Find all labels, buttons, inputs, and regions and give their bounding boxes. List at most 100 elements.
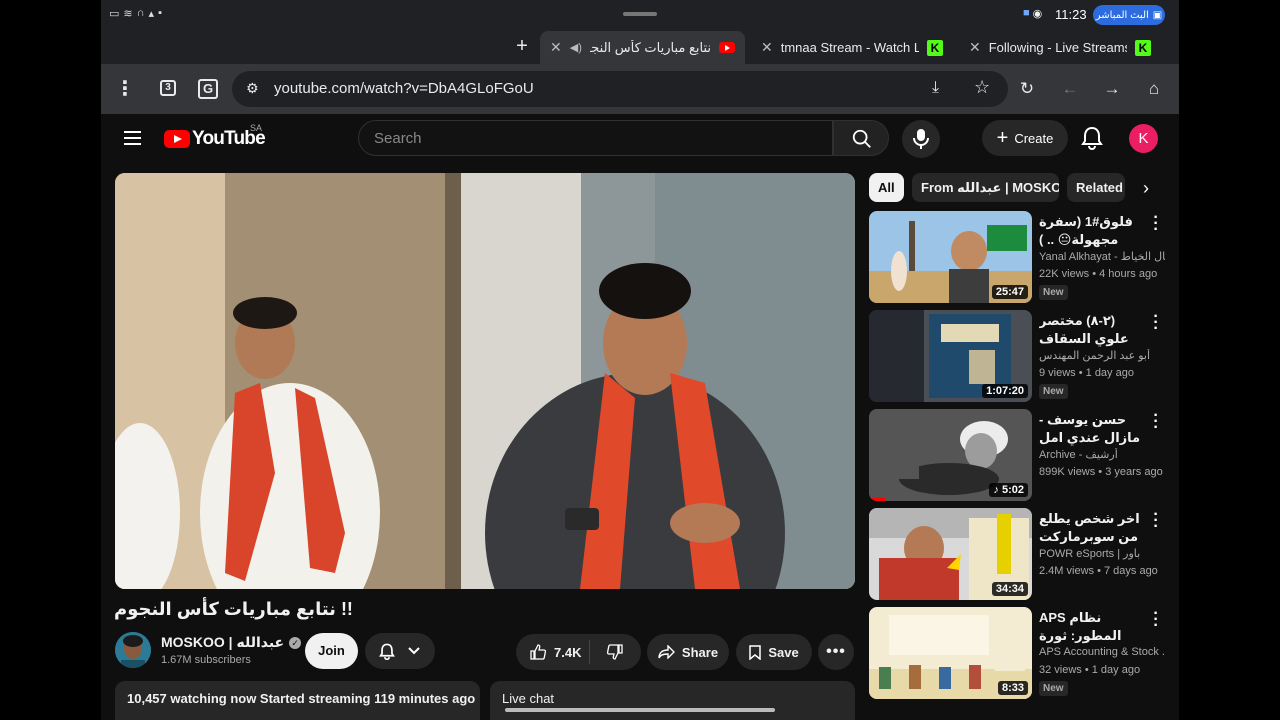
live-info-panel[interactable]: 10,457 watching now Started streaming 11… [115, 681, 480, 720]
new-badge: New [1039, 681, 1068, 696]
video-meta: 899K views • 3 years ago [1039, 466, 1163, 478]
video-thumbnail[interactable]: 25:47 [869, 211, 1032, 303]
recommendation-item[interactable]: 34:34 اخر شخص يطلع من سوبرماركت يفوز ب .… [869, 507, 1165, 600]
tab-tmnaa-stream[interactable]: ✕ tmnaa Stream - Watch Live K [751, 31, 953, 64]
video-title[interactable]: حسن يوسف - مازال عندي امل [1039, 411, 1145, 447]
more-vert-icon[interactable]: · · · [1150, 606, 1162, 634]
notification-icon: ▪ [158, 7, 162, 19]
channel-name[interactable]: MOSKOO | عبدالله ✓ [161, 634, 302, 651]
multitask-handle[interactable] [623, 12, 657, 16]
hamburger-menu-icon[interactable] [124, 131, 141, 145]
more-vert-icon[interactable]: · · · [1150, 309, 1162, 337]
share-icon [658, 645, 675, 659]
channel-name-text: MOSKOO | عبدالله [161, 634, 285, 650]
close-tab-icon[interactable]: ✕ [550, 39, 562, 56]
tab-title: Following - Live Streams on [988, 40, 1127, 55]
video-title[interactable]: اخر شخص يطلع من سوبرماركت يفوز ب ... [1039, 510, 1145, 546]
chip-related[interactable]: Related [1067, 173, 1125, 202]
dislike-button[interactable] [590, 644, 640, 660]
live-chat-panel[interactable]: Live chat [490, 681, 855, 720]
close-tab-icon[interactable]: ✕ [969, 39, 981, 56]
home-icon[interactable]: ⌂ [1142, 77, 1166, 101]
video-meta: 2.4M views • 7 days ago [1039, 565, 1158, 577]
video-thumbnail[interactable]: 1:07:20 [869, 310, 1032, 402]
voice-search-button[interactable] [902, 120, 940, 158]
app-notification-icon: ■ [1023, 7, 1030, 19]
video-title[interactable]: نظام APS المطور: ثورة الذكاء ... [1039, 609, 1145, 645]
install-app-icon[interactable]: ⤓ [932, 79, 939, 97]
video-duration: 25:47 [991, 285, 1028, 299]
channel-avatar[interactable] [115, 632, 151, 668]
join-button[interactable]: Join [305, 633, 358, 669]
share-button[interactable]: Share [647, 634, 729, 670]
chevron-right-icon[interactable]: › [1135, 176, 1157, 200]
menu-dots-icon[interactable]: ⋮ [113, 77, 137, 101]
recommendation-item[interactable]: ♪ 5:02 حسن يوسف - مازال عندي امل Archive… [869, 408, 1165, 501]
live-pill[interactable]: البث المباشر ▣ [1093, 5, 1165, 25]
video-thumbnail[interactable]: 8:33 [869, 607, 1032, 699]
status-icons-right: ■ ◉ [1023, 7, 1042, 20]
site-settings-icon[interactable]: ⚙ [246, 80, 259, 97]
search-button[interactable] [833, 120, 889, 156]
video-duration: 34:34 [991, 582, 1028, 596]
reload-icon[interactable]: ↻ [1015, 77, 1039, 101]
recommendation-item[interactable]: 8:33 نظام APS المطور: ثورة الذكاء ... AP… [869, 606, 1165, 699]
speaker-icon[interactable]: ◀) [570, 41, 582, 54]
bookmark-star-icon[interactable]: ☆ [974, 77, 990, 98]
more-vert-icon[interactable]: · · · [1150, 210, 1162, 238]
create-button[interactable]: + Create [982, 120, 1068, 156]
recommendation-item[interactable]: 25:47 فلوق#1 (سفرة مجهولة😐 .. ) Yanal Al… [869, 210, 1165, 303]
subscription-notifications-button[interactable] [365, 633, 435, 669]
channel-name[interactable]: أبو عبد الرحمن المهندس [1039, 349, 1165, 362]
close-tab-icon[interactable]: ✕ [761, 39, 773, 56]
back-arrow-icon[interactable]: ← [1058, 77, 1082, 101]
chip-all[interactable]: All [869, 173, 904, 202]
thumbs-up-icon [530, 644, 546, 660]
channel-name[interactable]: POWR eSports | باور [1039, 547, 1165, 560]
video-title[interactable]: فلوق#1 (سفرة مجهولة😐 .. ) [1039, 213, 1145, 249]
gesture-home-bar[interactable] [505, 708, 775, 712]
address-bar[interactable]: ⚙ youtube.com/watch?v=DbA4GLoFGoU ⤓ ☆ [232, 71, 1008, 107]
app-notification-icon: ◉ [1032, 8, 1043, 20]
search-icon [852, 129, 871, 148]
browser-window: ▭ ≋ ∩ ▴ ▪ ■ ◉ 11:23 البث المباشر ▣ + ✕ ◀… [101, 0, 1179, 720]
url-text[interactable]: youtube.com/watch?v=DbA4GLoFGoU [274, 80, 534, 97]
translate-icon[interactable]: G [198, 79, 218, 99]
tab-switcher-button[interactable]: 3 [160, 80, 176, 96]
video-player[interactable] [115, 173, 855, 589]
more-vert-icon[interactable]: · · · [1150, 507, 1162, 535]
verified-check-icon: ✓ [289, 636, 302, 649]
video-thumbnail[interactable]: 34:34 [869, 508, 1032, 600]
video-meta: 9 views • 1 day ago [1039, 367, 1134, 379]
video-meta: 22K views • 4 hours ago [1039, 268, 1158, 280]
video-duration: ♪ 5:02 [989, 483, 1028, 497]
notifications-button[interactable] [1081, 126, 1103, 150]
video-thumbnail[interactable]: ♪ 5:02 [869, 409, 1032, 501]
plus-icon: + [996, 127, 1009, 149]
channel-name[interactable]: Archive - أرشيف [1039, 448, 1165, 461]
chip-from-channel[interactable]: From عبدالله | MOSKOO [912, 173, 1059, 202]
account-avatar[interactable]: K [1129, 124, 1158, 153]
like-dislike-group: 7.4K [516, 634, 641, 670]
channel-name[interactable]: Yanal Alkhayat - ينال الخياط [1039, 250, 1165, 263]
like-button[interactable]: 7.4K [516, 640, 590, 664]
save-button[interactable]: Save [736, 634, 812, 670]
video-frame [115, 173, 855, 589]
tab-following[interactable]: ✕ Following - Live Streams on K [959, 31, 1161, 64]
more-vert-icon[interactable]: · · · [1150, 408, 1162, 436]
video-duration-text: 5:02 [1001, 484, 1024, 496]
recommendation-item[interactable]: 1:07:20 (٢-٨) مختصر علوي السقاف لكتاب ..… [869, 309, 1165, 402]
clock: 11:23 [1055, 7, 1087, 22]
video-title[interactable]: (٢-٨) مختصر علوي السقاف لكتاب ... [1039, 312, 1145, 348]
forward-arrow-icon[interactable]: → [1100, 77, 1124, 101]
music-note-icon: ♪ [993, 484, 1002, 496]
new-tab-button[interactable]: + [509, 34, 535, 60]
kick-favicon-icon: K [927, 39, 943, 56]
system-status-bar: ▭ ≋ ∩ ▴ ▪ ■ ◉ 11:23 البث المباشر ▣ [101, 0, 1179, 30]
tab-youtube[interactable]: ✕ ◀) نتابع مباريات كأس النجوم !! [540, 31, 745, 64]
search-input[interactable]: Search [358, 120, 833, 156]
browser-toolbar: ⋮ 3 G ⚙ youtube.com/watch?v=DbA4GLoFGoU … [101, 64, 1179, 114]
tab-title: tmnaa Stream - Watch Live [780, 40, 919, 55]
channel-name[interactable]: APS Accounting & Stock ... [1039, 646, 1165, 658]
more-actions-button[interactable]: ••• [818, 634, 854, 670]
